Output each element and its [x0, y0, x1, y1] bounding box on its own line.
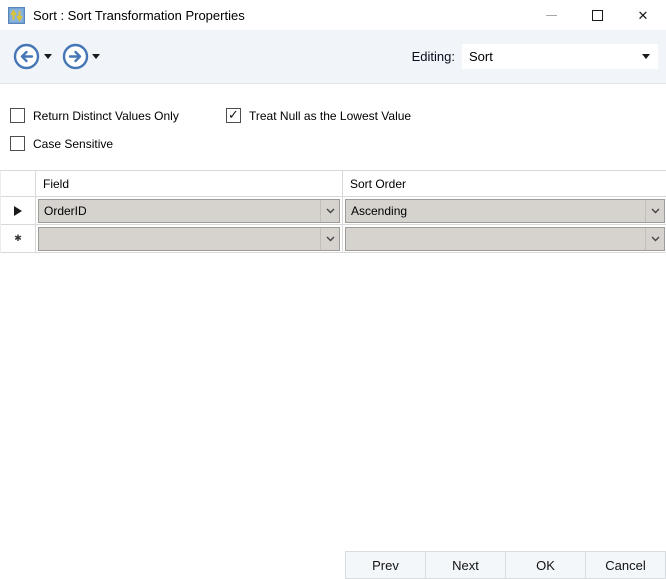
grid-row-new: ✱	[1, 225, 666, 253]
checkbox-case-sensitive[interactable]: ✓ Case Sensitive	[10, 136, 113, 151]
options-row-2: ✓ Case Sensitive	[0, 136, 666, 154]
editing-label: Editing:	[412, 49, 455, 64]
field-combobox-2[interactable]	[38, 227, 340, 251]
minimize-button[interactable]	[528, 0, 574, 30]
field-cell-2	[36, 225, 343, 253]
checkbox-return-distinct[interactable]: ✓ Return Distinct Values Only	[10, 108, 179, 123]
chevron-down-icon	[320, 228, 339, 250]
back-button[interactable]	[13, 43, 40, 70]
close-button[interactable]: ✕	[620, 0, 666, 30]
current-row-arrow-icon	[14, 206, 22, 216]
chevron-down-icon	[642, 54, 650, 59]
chevron-down-icon	[645, 228, 664, 250]
chevron-down-icon	[320, 200, 339, 222]
ok-button[interactable]: OK	[505, 551, 586, 579]
grid-row-1: OrderID Ascending	[1, 197, 666, 225]
forward-history-dropdown[interactable]	[92, 54, 100, 59]
new-row-asterisk-icon: ✱	[14, 234, 22, 243]
editing-group: Editing: Sort	[412, 44, 658, 69]
maximize-button[interactable]	[574, 0, 620, 30]
options-row-1: ✓ Return Distinct Values Only ✓ Treat Nu…	[0, 108, 666, 126]
grid-header-field[interactable]: Field	[36, 171, 343, 197]
sort-fields-grid: Field Sort Order OrderID Ascending	[0, 170, 666, 253]
row-indicator-new[interactable]: ✱	[1, 225, 36, 253]
cancel-button[interactable]: Cancel	[585, 551, 666, 579]
editing-combobox[interactable]: Sort	[462, 44, 658, 69]
close-icon: ✕	[638, 9, 649, 22]
next-button[interactable]: Next	[425, 551, 506, 579]
toolbar: Editing: Sort	[0, 30, 666, 84]
back-history-dropdown[interactable]	[44, 54, 52, 59]
grid-corner-cell[interactable]	[1, 171, 36, 197]
checkbox-box: ✓	[226, 108, 241, 123]
prev-button[interactable]: Prev	[345, 551, 426, 579]
footer-buttons: Prev Next OK Cancel	[345, 551, 666, 579]
minimize-icon	[546, 15, 557, 16]
field-combobox-1[interactable]: OrderID	[38, 199, 340, 223]
checkbox-label: Treat Null as the Lowest Value	[249, 109, 411, 123]
forward-button[interactable]	[62, 43, 89, 70]
field-value-1: OrderID	[39, 204, 87, 218]
editing-combobox-value: Sort	[469, 49, 493, 64]
checkbox-box: ✓	[10, 136, 25, 151]
sort-order-value-1: Ascending	[346, 204, 407, 218]
sort-order-combobox-1[interactable]: Ascending	[345, 199, 665, 223]
checkbox-treat-null[interactable]: ✓ Treat Null as the Lowest Value	[226, 108, 411, 123]
sort-order-cell-1: Ascending	[343, 197, 666, 225]
titlebar: Sort : Sort Transformation Properties ✕	[0, 0, 666, 30]
field-cell-1: OrderID	[36, 197, 343, 225]
sort-transform-icon	[8, 7, 25, 24]
grid-header-row: Field Sort Order	[1, 171, 666, 197]
checkbox-box: ✓	[10, 108, 25, 123]
chevron-down-icon	[645, 200, 664, 222]
sort-order-combobox-2[interactable]	[345, 227, 665, 251]
check-icon: ✓	[228, 108, 239, 121]
checkbox-label: Return Distinct Values Only	[33, 109, 179, 123]
sort-order-cell-2	[343, 225, 666, 253]
dialog-window: Sort : Sort Transformation Properties ✕ …	[0, 0, 666, 579]
checkbox-label: Case Sensitive	[33, 137, 113, 151]
caption-buttons: ✕	[528, 0, 666, 30]
maximize-icon	[592, 10, 603, 21]
row-indicator-current[interactable]	[1, 197, 36, 225]
grid-header-sort-order[interactable]: Sort Order	[343, 171, 666, 197]
window-title: Sort : Sort Transformation Properties	[33, 8, 245, 23]
